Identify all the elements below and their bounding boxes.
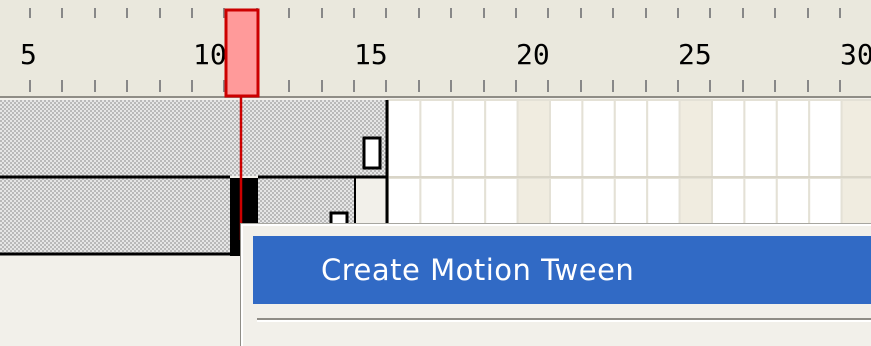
frame-cell[interactable]: [387, 99, 422, 178]
ruler-label-15: 15: [354, 38, 388, 71]
selected-keyframe[interactable]: [242, 178, 258, 228]
frame-cell[interactable]: [775, 99, 811, 178]
frame-cell[interactable]: [711, 99, 746, 178]
ruler-background: [0, 0, 871, 98]
frame-cell[interactable]: [581, 99, 616, 178]
frame-cell[interactable]: [678, 99, 713, 178]
create-motion-tween-menu-item[interactable]: Create Motion Tween: [253, 236, 871, 304]
ruler-label-20: 20: [516, 38, 550, 71]
frame-cell[interactable]: [646, 99, 681, 178]
ruler-label-30: 30: [840, 38, 871, 71]
empty-area: [0, 256, 241, 334]
ruler-label-10: 10: [193, 38, 227, 71]
frame-cell[interactable]: [743, 99, 778, 178]
context-menu: Create Motion Tween: [240, 223, 871, 346]
frame-cell[interactable]: [419, 99, 454, 178]
end-frame-marker-1[interactable]: [362, 136, 382, 170]
frame-cell[interactable]: [451, 99, 487, 178]
menu-separator: [257, 318, 871, 322]
frame-cell[interactable]: [808, 99, 843, 178]
ruler-label-5: 5: [20, 38, 37, 71]
frame-cell[interactable]: [840, 99, 871, 178]
ruler-label-25: 25: [678, 38, 712, 71]
layer-2-frame-span-a[interactable]: [0, 178, 240, 254]
frame-ruler[interactable]: 5 10 15 20 25 30: [0, 0, 871, 98]
frame-cell[interactable]: [516, 99, 551, 178]
frame-cell[interactable]: [549, 99, 584, 178]
frame-cell[interactable]: [484, 99, 519, 178]
layer-1-frame-span[interactable]: [0, 100, 388, 176]
frame-cell[interactable]: [613, 99, 649, 178]
playhead-handle[interactable]: [224, 8, 260, 98]
